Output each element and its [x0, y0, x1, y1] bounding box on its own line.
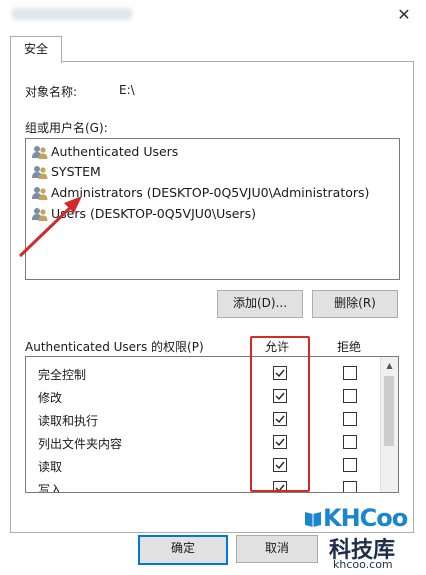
scroll-up-arrow-icon[interactable]: ▲ [381, 357, 398, 374]
permission-name: 读取和执行 [38, 414, 99, 428]
deny-header: 拒绝 [337, 340, 362, 354]
permission-name: 读取 [38, 460, 63, 474]
list-item[interactable]: Authenticated Users [32, 142, 178, 162]
users-icon [32, 207, 48, 221]
watermark-brand: KHCoo [323, 504, 408, 532]
ok-button[interactable]: 确定 [138, 535, 228, 565]
allow-checkbox[interactable] [273, 412, 287, 426]
checkmark-icon [275, 484, 285, 492]
checkmark-icon [275, 415, 285, 424]
object-name-value: E:\ [119, 83, 135, 97]
list-item[interactable]: Administrators (DESKTOP-0Q5VJU0\Administ… [32, 183, 369, 203]
khcoo-watermark: KHCoo 科技库 khcoo.com [303, 498, 423, 573]
checkmark-icon [275, 369, 285, 378]
groups-label: 组或用户名(G): [25, 121, 108, 135]
object-name-label: 对象名称: [25, 85, 78, 99]
permissions-label: Authenticated Users 的权限(P) [25, 340, 204, 354]
deny-checkbox[interactable] [343, 366, 357, 380]
permission-row: 列出文件夹内容 [26, 431, 381, 454]
permissions-list: 完全控制 修改 读取和执行 列出文件夹内容 读取 写入 ▲ [25, 356, 399, 493]
checkmark-icon [275, 438, 285, 447]
allow-checkbox[interactable] [273, 389, 287, 403]
list-item-label: Administrators (DESKTOP-0Q5VJU0\Administ… [51, 185, 370, 200]
remove-button[interactable]: 删除(R) [312, 290, 398, 318]
users-icon [32, 165, 48, 179]
permissions-scrollbar[interactable]: ▲ [380, 357, 398, 492]
allow-checkbox[interactable] [273, 435, 287, 449]
permission-row: 修改 [26, 385, 381, 408]
window-title-blurred [12, 8, 132, 20]
permission-name: 修改 [38, 391, 63, 405]
permission-row: 写入 [26, 477, 381, 493]
permission-row: 读取 [26, 454, 381, 477]
add-button[interactable]: 添加(D)... [217, 290, 303, 318]
book-logo-icon [305, 512, 321, 527]
scroll-thumb[interactable] [384, 376, 394, 446]
tab-bar: 安全 [0, 36, 426, 63]
checkmark-icon [275, 461, 285, 470]
list-item-label: Authenticated Users [51, 144, 179, 159]
list-item-label: Users (DESKTOP-0Q5VJU0\Users) [51, 206, 256, 221]
permission-row: 读取和执行 [26, 408, 381, 431]
users-icon [32, 186, 48, 200]
permission-name: 完全控制 [38, 368, 87, 382]
permission-name: 列出文件夹内容 [38, 437, 123, 451]
list-item[interactable]: SYSTEM [32, 162, 101, 182]
deny-checkbox[interactable] [343, 458, 357, 472]
permission-row: 完全控制 [26, 362, 381, 385]
list-item-label: SYSTEM [51, 164, 101, 179]
deny-checkbox[interactable] [343, 412, 357, 426]
deny-checkbox[interactable] [343, 389, 357, 403]
deny-checkbox[interactable] [343, 481, 357, 492]
watermark-url: khcoo.com [333, 558, 393, 571]
allow-header: 允许 [265, 340, 290, 354]
allow-checkbox[interactable] [273, 366, 287, 380]
allow-checkbox[interactable] [273, 458, 287, 472]
users-icon [32, 145, 48, 159]
close-button[interactable]: ✕ [392, 4, 416, 26]
tab-security[interactable]: 安全 [10, 36, 62, 63]
title-bar: ✕ [0, 0, 426, 30]
permission-name: 写入 [38, 483, 63, 493]
checkmark-icon [275, 392, 285, 401]
users-listbox[interactable]: Authenticated Users SYSTEM Administrator… [25, 138, 400, 280]
list-item[interactable]: Users (DESKTOP-0Q5VJU0\Users) [32, 204, 256, 224]
deny-checkbox[interactable] [343, 435, 357, 449]
allow-checkbox[interactable] [273, 481, 287, 492]
